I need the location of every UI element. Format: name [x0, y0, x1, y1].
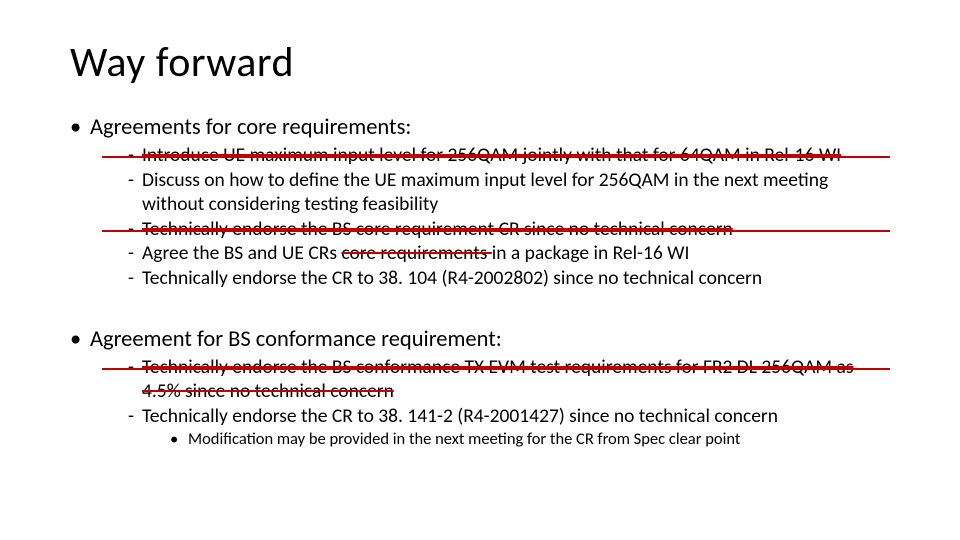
conf-subitem-1: Modification may be provided in the next…: [70, 429, 890, 450]
core-item-4-mixed: -Agree the BS and UE CRs core requiremen…: [70, 242, 890, 266]
core-item-2-text: Discuss on how to define the UE maximum …: [142, 168, 828, 216]
dash-icon: -: [128, 267, 142, 291]
dash-icon: -: [128, 218, 142, 242]
core-item-4-prefix: Agree the BS and UE CRs: [142, 241, 341, 265]
core-item-3-text: Technically endorse the BS core requirem…: [142, 217, 733, 241]
content-area: Agreements for core requirements: -Intro…: [70, 114, 890, 450]
conf-item-1-text: Technically endorse the BS conformance T…: [142, 355, 853, 403]
conf-item-2-text: Technically endorse the CR to 38. 141-2 …: [142, 404, 778, 428]
section-heading-conformance: Agreement for BS conformance requirement…: [70, 326, 890, 354]
dash-icon: -: [128, 405, 142, 429]
dash-icon: -: [128, 242, 142, 266]
core-item-2: -Discuss on how to define the UE maximum…: [70, 169, 890, 217]
conf-item-2: -Technically endorse the CR to 38. 141-2…: [70, 405, 890, 429]
dash-icon: -: [128, 356, 142, 380]
core-item-3-struck: -Technically endorse the BS core require…: [70, 218, 890, 242]
core-item-1-struck: -Introduce UE maximum input level for 25…: [70, 144, 890, 168]
slide-title: Way forward: [70, 40, 890, 86]
section-spacer: [70, 292, 890, 320]
dash-icon: -: [128, 144, 142, 168]
core-item-5: -Technically endorse the CR to 38. 104 (…: [70, 267, 890, 291]
dash-icon: -: [128, 169, 142, 193]
core-item-1-text: Introduce UE maximum input level for 256…: [142, 143, 841, 167]
slide: Way forward Agreements for core requirem…: [0, 0, 960, 540]
core-item-4-struck: core requirements: [341, 241, 491, 265]
section-heading-core: Agreements for core requirements:: [70, 114, 890, 142]
core-item-4-suffix: in a package in Rel-16 WI: [492, 241, 690, 265]
core-item-5-text: Technically endorse the CR to 38. 104 (R…: [142, 266, 762, 290]
conf-item-1-struck: -Technically endorse the BS conformance …: [70, 356, 890, 404]
